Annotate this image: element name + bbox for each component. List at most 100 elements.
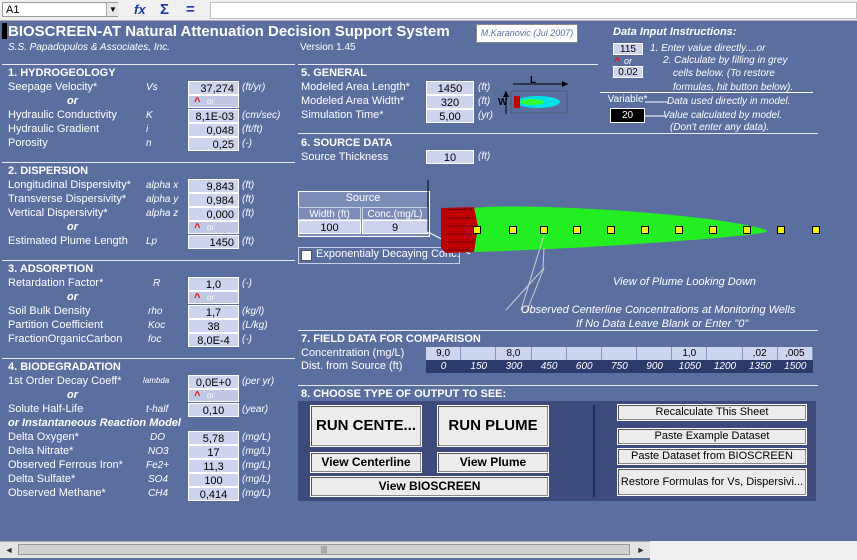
simulation-time-input[interactable]: 5,00 [426, 109, 474, 123]
gradient-unit: (ft/ft) [242, 124, 263, 135]
partition-unit: (L/kg) [242, 320, 268, 331]
long-dispersivity-symbol: alpha x [146, 180, 179, 191]
exp-decay-checkbox[interactable] [301, 250, 312, 261]
plume-length-input[interactable]: 1450 [188, 235, 239, 249]
delta-sulfate-input[interactable]: 100 [188, 473, 239, 487]
section-divider [2, 64, 295, 65]
field-concentration-input[interactable] [601, 347, 638, 360]
autosum-icon[interactable]: Σ [160, 1, 169, 18]
retardation-unit: (-) [242, 278, 252, 289]
equals-icon[interactable]: = [186, 1, 195, 18]
foc-input[interactable]: 8,0E-4 [188, 333, 239, 347]
scroll-right-icon[interactable]: ► [634, 543, 648, 557]
section-source-header: 6. SOURCE DATA [301, 137, 393, 149]
field-distance-cell: 600 [566, 360, 602, 373]
source-thickness-label: Source Thickness [301, 151, 389, 163]
bulk-density-input[interactable]: 1,7 [188, 305, 239, 319]
monitoring-well-marker [709, 226, 717, 234]
methane-input[interactable]: 0,414 [188, 487, 239, 501]
field-concentration-input[interactable] [461, 347, 497, 360]
page-title: BIOSCREEN-AT Natural Attenuation Decisio… [8, 23, 450, 40]
decay-unit: (per yr) [242, 376, 275, 387]
source-thickness-input[interactable]: 10 [426, 150, 474, 164]
monitoring-well-marker [607, 226, 615, 234]
section-divider [298, 133, 818, 134]
gradient-input[interactable]: 0,048 [188, 123, 239, 137]
monitoring-well-marker [777, 226, 785, 234]
calculated-value-example: 20 [610, 108, 645, 123]
delta-sulfate-symbol: SO4 [148, 474, 169, 485]
formula-bar: A1 ▼ fx Σ = [0, 0, 857, 21]
view-plume-button[interactable]: View Plume [437, 452, 549, 473]
instructions-or: or [624, 56, 633, 66]
insert-function-icon[interactable]: fx [134, 1, 146, 18]
name-box[interactable]: A1 [2, 2, 118, 17]
name-box-dropdown-icon[interactable]: ▼ [106, 3, 119, 16]
paste-bioscreen-button[interactable]: Paste Dataset from BIOSCREEN [617, 448, 807, 465]
conductivity-symbol: K [146, 110, 153, 121]
delta-oxygen-unit: (mg/L) [242, 432, 271, 443]
area-width-unit: (ft) [478, 96, 491, 107]
retardation-input[interactable]: 1,0 [188, 277, 239, 291]
scroll-left-icon[interactable]: ◄ [2, 543, 16, 557]
version-label: Version 1.45 [300, 42, 356, 53]
paste-example-button[interactable]: Paste Example Dataset [617, 428, 807, 445]
field-concentration-input[interactable]: 9,0 [426, 347, 462, 360]
instructions-step2a: 2. Calculate by filling in grey [663, 55, 788, 66]
ferrous-iron-input[interactable]: 11,3 [188, 459, 239, 473]
instructions-step2b: cells below. (To restore [673, 68, 775, 79]
source-width-input[interactable]: 100 [298, 220, 361, 234]
delta-nitrate-symbol: NO3 [148, 446, 169, 457]
restore-formulas-button[interactable]: Restore Formulas for Vs, Dispersivi... [617, 468, 807, 496]
conductivity-label: Hydraulic Conductivity [8, 109, 117, 121]
plume-length-label: Estimated Plume Length [8, 235, 128, 247]
field-concentration-input[interactable]: ,005 [777, 347, 813, 360]
run-centerline-button[interactable]: RUN CENTE... [310, 405, 422, 447]
area-length-input[interactable]: 1450 [426, 81, 474, 95]
section-divider [298, 64, 598, 65]
run-plume-button[interactable]: RUN PLUME [437, 405, 549, 447]
porosity-input[interactable]: 0,25 [188, 137, 239, 151]
formula-input[interactable] [210, 2, 857, 19]
vert-dispersivity-input[interactable]: 0,000 [188, 207, 239, 221]
seepage-velocity-input[interactable]: 37,274 [188, 81, 239, 95]
delta-nitrate-input[interactable]: 17 [188, 445, 239, 459]
field-distance-cell: 750 [601, 360, 638, 373]
field-concentration-input[interactable] [707, 347, 743, 360]
field-concentration-input[interactable] [637, 347, 673, 360]
decay-input[interactable]: 0,0E+0 [188, 375, 239, 389]
area-length-unit: (ft) [478, 82, 491, 93]
methane-label: Observed Methane* [8, 487, 106, 499]
section-divider [298, 385, 818, 386]
retardation-symbol: R [153, 278, 161, 289]
area-width-input[interactable]: 320 [426, 95, 474, 109]
long-dispersivity-unit: (ft) [242, 180, 255, 191]
view-centerline-button[interactable]: View Centerline [310, 452, 422, 473]
field-concentration-input[interactable] [531, 347, 567, 360]
field-concentration-input[interactable]: 8,0 [496, 347, 532, 360]
field-concentration-input[interactable] [566, 347, 602, 360]
monitoring-well-marker [573, 226, 581, 234]
source-conc-input[interactable]: 9 [362, 220, 428, 234]
status-area [650, 541, 857, 560]
view-bioscreen-button[interactable]: View BIOSCREEN [310, 476, 549, 497]
half-life-input[interactable]: 0,10 [188, 403, 239, 417]
field-distance-cell: 150 [461, 360, 497, 373]
field-concentration-input[interactable]: 1,0 [672, 347, 708, 360]
scroll-thumb[interactable]: ||| [18, 544, 630, 555]
methane-symbol: CH4 [148, 488, 169, 499]
section-general-header: 5. GENERAL [301, 67, 368, 79]
horizontal-scrollbar[interactable]: ◄ ||| ► [0, 541, 650, 558]
variable-note: Data used directly in model. [667, 96, 791, 107]
delta-oxygen-input[interactable]: 5,78 [188, 431, 239, 445]
half-life-unit: (year) [242, 404, 269, 415]
long-dispersivity-input[interactable]: 9,843 [188, 179, 239, 193]
partition-input[interactable]: 38 [188, 319, 239, 333]
recalculate-sheet-button[interactable]: Recalculate This Sheet [617, 404, 807, 421]
seepage-velocity-unit: (ft/yr) [242, 82, 266, 93]
field-distance-cell: 900 [637, 360, 673, 373]
trans-dispersivity-input[interactable]: 0,984 [188, 193, 239, 207]
field-concentration-input[interactable]: ,02 [742, 347, 778, 360]
observed-concentrations-note-1: Observed Centerline Concentrations at Mo… [521, 304, 796, 316]
conductivity-input[interactable]: 8,1E-03 [188, 109, 239, 123]
